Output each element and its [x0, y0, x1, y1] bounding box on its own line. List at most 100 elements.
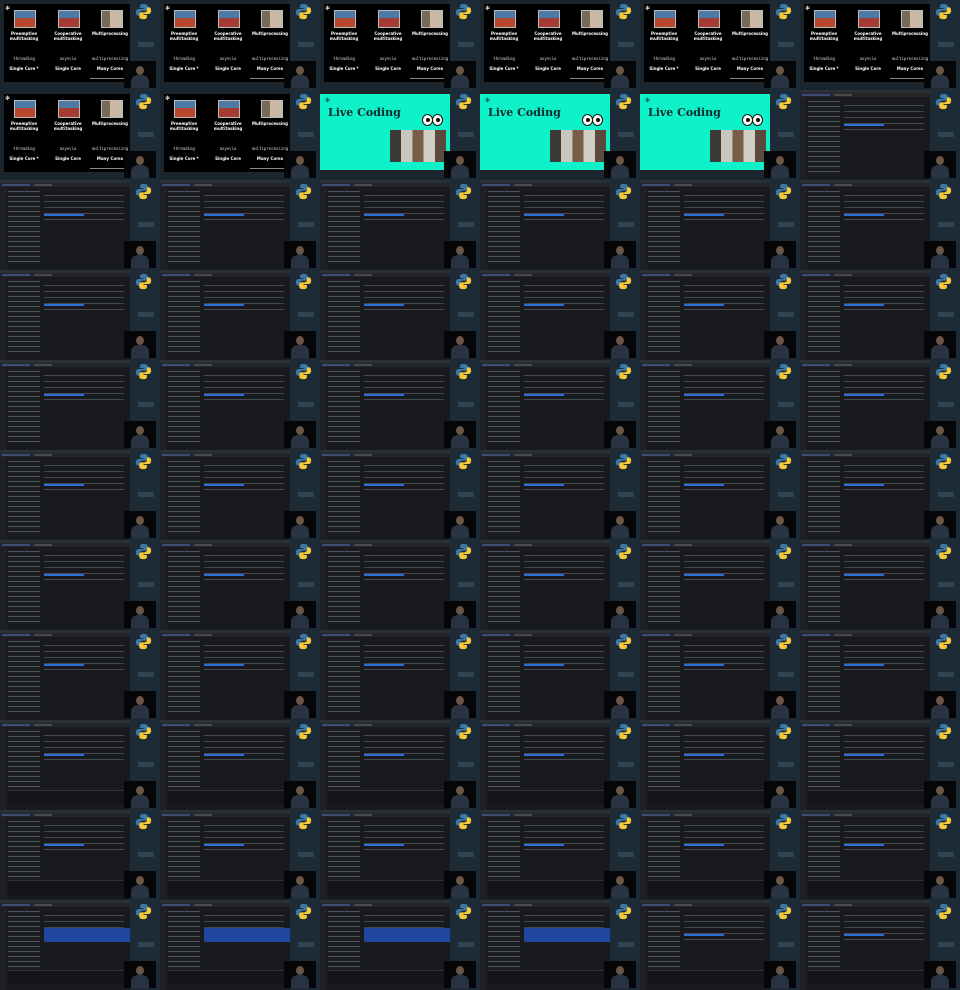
- editor-tab[interactable]: [354, 814, 372, 816]
- editor-tab[interactable]: [642, 364, 670, 366]
- editor-tab[interactable]: [2, 364, 30, 366]
- editor-tab[interactable]: [194, 364, 212, 366]
- editor-tab[interactable]: [2, 544, 30, 546]
- editor-tab[interactable]: [162, 634, 190, 636]
- terminal-panel[interactable]: [808, 970, 928, 985]
- editor-tab[interactable]: [34, 544, 52, 546]
- editor-tab[interactable]: [514, 904, 532, 906]
- code-area[interactable]: [684, 282, 764, 312]
- editor-tab[interactable]: [834, 814, 852, 816]
- editor-tab[interactable]: [642, 814, 670, 816]
- editor-tab[interactable]: [674, 544, 692, 546]
- code-area[interactable]: [364, 462, 444, 492]
- editor-tab[interactable]: [802, 634, 830, 636]
- code-area[interactable]: [844, 912, 924, 942]
- editor-tab[interactable]: [354, 364, 372, 366]
- editor-tab[interactable]: [482, 454, 510, 456]
- editor-tab[interactable]: [802, 184, 830, 186]
- editor-tab[interactable]: [802, 364, 830, 366]
- editor-tab[interactable]: [354, 454, 372, 456]
- editor-tab[interactable]: [802, 724, 830, 726]
- code-area[interactable]: [364, 282, 444, 312]
- editor-tab[interactable]: [34, 724, 52, 726]
- code-area[interactable]: [44, 732, 124, 762]
- editor-tab[interactable]: [834, 454, 852, 456]
- editor-tab[interactable]: [514, 454, 532, 456]
- code-area[interactable]: [844, 372, 924, 402]
- code-area[interactable]: [364, 552, 444, 582]
- code-area[interactable]: [844, 462, 924, 492]
- code-area[interactable]: [684, 642, 764, 672]
- editor-tab[interactable]: [482, 724, 510, 726]
- editor-tab[interactable]: [2, 274, 30, 276]
- code-area[interactable]: [44, 552, 124, 582]
- code-area[interactable]: [204, 372, 284, 402]
- code-area[interactable]: [684, 732, 764, 762]
- editor-tab[interactable]: [2, 724, 30, 726]
- editor-tab[interactable]: [322, 814, 350, 816]
- editor-tab[interactable]: [162, 184, 190, 186]
- editor-tab[interactable]: [834, 364, 852, 366]
- editor-tab[interactable]: [834, 544, 852, 546]
- editor-tab[interactable]: [674, 904, 692, 906]
- editor-tab[interactable]: [642, 904, 670, 906]
- editor-tab[interactable]: [514, 544, 532, 546]
- code-area[interactable]: [364, 732, 444, 762]
- editor-tab[interactable]: [834, 634, 852, 636]
- editor-tab[interactable]: [322, 454, 350, 456]
- code-area[interactable]: [524, 462, 604, 492]
- editor-tab[interactable]: [674, 274, 692, 276]
- editor-tab[interactable]: [642, 184, 670, 186]
- code-area[interactable]: [844, 282, 924, 312]
- terminal-panel[interactable]: [648, 970, 768, 985]
- editor-tab[interactable]: [2, 454, 30, 456]
- editor-tab[interactable]: [802, 454, 830, 456]
- code-area[interactable]: [524, 732, 604, 762]
- terminal-panel[interactable]: [648, 880, 768, 895]
- terminal-panel[interactable]: [488, 970, 608, 985]
- editor-tab[interactable]: [834, 904, 852, 906]
- editor-tab[interactable]: [162, 814, 190, 816]
- code-area[interactable]: [364, 372, 444, 402]
- editor-tab[interactable]: [482, 634, 510, 636]
- editor-tab[interactable]: [322, 634, 350, 636]
- editor-tab[interactable]: [802, 274, 830, 276]
- editor-tab[interactable]: [642, 454, 670, 456]
- code-area[interactable]: [524, 822, 604, 852]
- code-area[interactable]: [844, 192, 924, 222]
- editor-tab[interactable]: [322, 274, 350, 276]
- editor-tab[interactable]: [34, 454, 52, 456]
- code-area[interactable]: [204, 642, 284, 672]
- terminal-panel[interactable]: [648, 790, 768, 805]
- code-area[interactable]: [204, 462, 284, 492]
- editor-tab[interactable]: [834, 724, 852, 726]
- code-area[interactable]: [524, 282, 604, 312]
- editor-tab[interactable]: [802, 904, 830, 906]
- terminal-panel[interactable]: [488, 880, 608, 895]
- editor-tab[interactable]: [354, 634, 372, 636]
- code-area[interactable]: [364, 192, 444, 222]
- editor-tab[interactable]: [354, 724, 372, 726]
- code-area[interactable]: [524, 372, 604, 402]
- editor-tab[interactable]: [514, 814, 532, 816]
- code-area[interactable]: [684, 192, 764, 222]
- editor-tab[interactable]: [162, 454, 190, 456]
- editor-tab[interactable]: [514, 274, 532, 276]
- code-area[interactable]: [684, 552, 764, 582]
- editor-tab[interactable]: [194, 544, 212, 546]
- code-area[interactable]: [44, 462, 124, 492]
- terminal-panel[interactable]: [488, 790, 608, 805]
- code-area[interactable]: [364, 642, 444, 672]
- editor-tab[interactable]: [802, 814, 830, 816]
- terminal-panel[interactable]: [168, 790, 288, 805]
- editor-tab[interactable]: [482, 904, 510, 906]
- editor-tab[interactable]: [194, 724, 212, 726]
- editor-tab[interactable]: [514, 634, 532, 636]
- code-area[interactable]: [204, 282, 284, 312]
- editor-tab[interactable]: [162, 274, 190, 276]
- editor-tab[interactable]: [34, 184, 52, 186]
- code-area[interactable]: [684, 822, 764, 852]
- terminal-panel[interactable]: [168, 970, 288, 985]
- editor-tab[interactable]: [802, 544, 830, 546]
- editor-tab[interactable]: [34, 904, 52, 906]
